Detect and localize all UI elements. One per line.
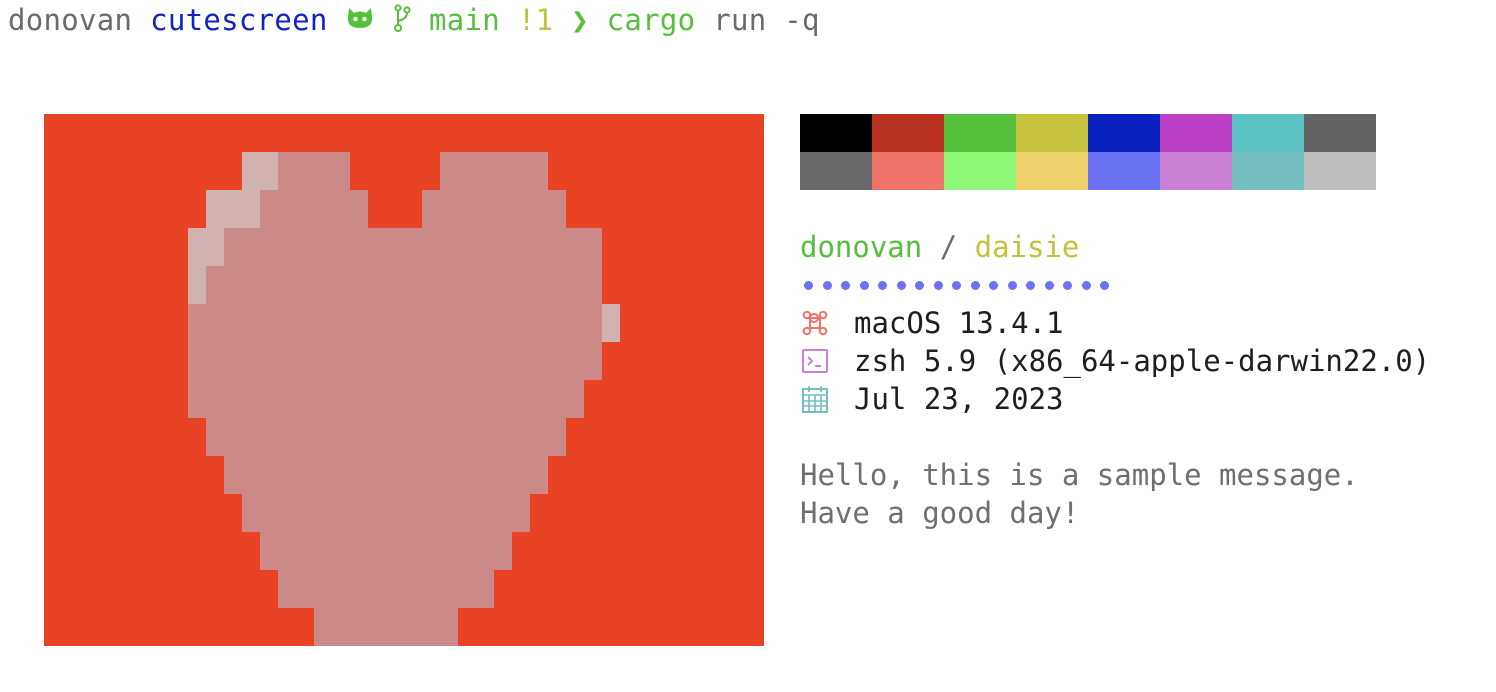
info-row-os: macOS 13.4.1 [800,304,1430,342]
prompt-chevron: ❯ [571,3,589,37]
heart-pixel-row [260,532,512,570]
info-user: donovan [800,230,923,264]
palette-swatch-normal-1 [872,114,944,152]
palette-swatch-normal-2 [944,114,1016,152]
divider-dot [933,280,943,290]
heart-highlight-pixel [206,190,260,228]
prompt-command: cargo [606,3,696,37]
divider-dot [1026,280,1035,290]
divider-dot [1063,280,1072,290]
message-line-2: Have a good day! [800,496,1080,530]
heart-pixel-row [188,228,602,266]
dot-divider [800,266,1430,304]
palette-swatch-bright-3 [1016,152,1088,190]
shell-version: zsh 5.9 (x86_64-apple-darwin22.0) [854,344,1431,378]
shell-prompt: donovan cutescreen main !1 ❯ cargo run -… [8,0,820,40]
heart-highlight-pixel [242,152,278,190]
github-cat-icon [345,2,375,42]
greeting-message: Hello, this is a sample message. Have a g… [800,456,1430,532]
divider-dot [804,280,813,290]
heart-pixel-row [440,152,548,190]
heart-pixel-row [242,494,530,532]
current-date: Jul 23, 2023 [854,382,1064,416]
info-row-shell: zsh 5.9 (x86_64-apple-darwin22.0) [800,342,1430,380]
heart-pixel-row [314,608,458,646]
message-line-1: Hello, this is a sample message. [800,458,1359,492]
palette-swatch-normal-7 [1304,114,1376,152]
heart-pixel-row [188,380,584,418]
heart-pixel-row [224,456,548,494]
palette-swatch-normal-4 [1088,114,1160,152]
palette-swatch-bright-4 [1088,152,1160,190]
heart-pixel-row [206,418,566,456]
prompt-args: run -q [713,3,820,37]
palette-swatch-bright-2 [944,152,1016,190]
calendar-icon [800,384,830,414]
palette-swatch-bright-1 [872,152,944,190]
user-host-line: donovan / daisie [800,228,1430,266]
info-row-date: Jul 23, 2023 [800,380,1430,418]
heart-highlight-pixel [602,304,620,342]
divider-dot [841,280,850,290]
heart-highlight-pixel [188,228,224,266]
divider-dot [915,280,924,290]
heart-pixel-row [188,342,602,380]
palette-swatch-bright-0 [800,152,872,190]
divider-dot [859,280,869,290]
divider-dot [970,280,980,290]
prompt-user: donovan [8,3,133,37]
palette-swatch-normal-6 [1232,114,1304,152]
heart-pixel-row [278,570,494,608]
pixel-heart-image [44,114,764,646]
divider-dot [1007,280,1017,290]
heart-pixel-row [188,304,602,342]
palette-swatch-bright-6 [1232,152,1304,190]
terminal-icon [800,346,830,376]
palette-swatch-bright-5 [1160,152,1232,190]
prompt-branch: main [429,3,501,37]
divider-dot [1081,280,1091,290]
divider-dot [822,280,832,290]
color-palette [800,114,1376,190]
system-info: donovan / daisie macOS 13.4.1 zsh 5.9 (x… [800,228,1430,532]
git-branch-icon [393,2,411,42]
divider-dot [896,280,906,290]
heart-highlight-pixel [188,266,206,304]
palette-swatch-normal-5 [1160,114,1232,152]
divider-dot [952,280,961,290]
heart-pixel-row [422,190,566,228]
divider-dot [1100,280,1109,290]
divider-dot [878,280,887,290]
divider-dot [989,280,998,290]
prompt-directory: cutescreen [150,3,328,37]
command-key-icon [800,308,830,338]
prompt-git-status: !1 [517,3,554,37]
palette-swatch-normal-3 [1016,114,1088,152]
heart-pixel-row [188,266,602,304]
os-version: macOS 13.4.1 [854,306,1064,340]
palette-swatch-normal-0 [800,114,872,152]
info-host: daisie [974,230,1080,264]
info-separator: / [939,230,958,264]
palette-swatch-bright-7 [1304,152,1376,190]
divider-dot [1044,280,1054,290]
